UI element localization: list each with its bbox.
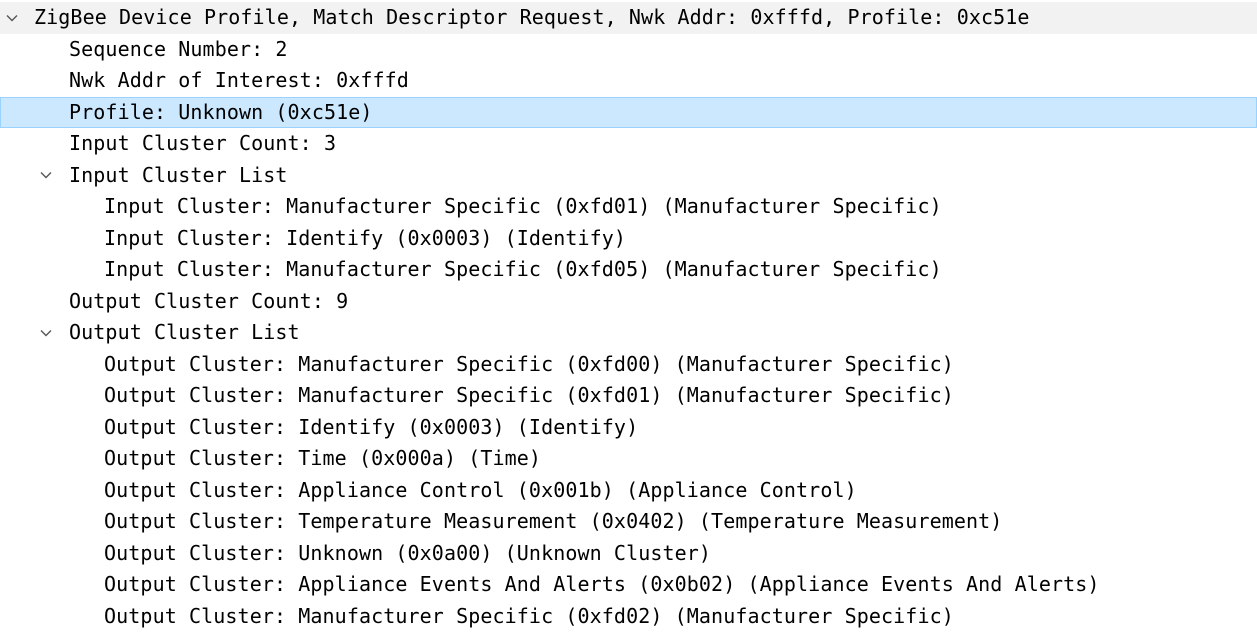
packet-details-tree: ZigBee Device Profile, Match Descriptor … — [0, 2, 1257, 632]
tree-row-output-cluster[interactable]: Output Cluster: Manufacturer Specific (0… — [0, 380, 1257, 412]
tree-row-nwk-addr[interactable]: Nwk Addr of Interest: 0xfffd — [0, 65, 1257, 97]
tree-row-label: Output Cluster: Manufacturer Specific (0… — [104, 380, 954, 412]
tree-row-label: Input Cluster: Identify (0x0003) (Identi… — [104, 223, 626, 255]
tree-row-label: Input Cluster Count: 3 — [69, 128, 336, 160]
tree-row-label: Input Cluster: Manufacturer Specific (0x… — [104, 254, 942, 286]
tree-row-label: Output Cluster: Manufacturer Specific (0… — [104, 601, 954, 632]
tree-row-output-cluster[interactable]: Output Cluster: Manufacturer Specific (0… — [0, 349, 1257, 381]
tree-row-input-cluster-count[interactable]: Input Cluster Count: 3 — [0, 128, 1257, 160]
tree-row-label: Sequence Number: 2 — [69, 34, 288, 66]
tree-row-label: Nwk Addr of Interest: 0xfffd — [69, 65, 409, 97]
chevron-down-icon[interactable] — [38, 160, 54, 192]
tree-row-label: Profile: Unknown (0xc51e) — [69, 97, 373, 129]
chevron-down-icon[interactable] — [4, 2, 20, 34]
tree-row-label: Output Cluster: Unknown (0x0a00) (Unknow… — [104, 538, 711, 570]
tree-row-output-cluster[interactable]: Output Cluster: Identify (0x0003) (Ident… — [0, 412, 1257, 444]
tree-row-label: Output Cluster: Manufacturer Specific (0… — [104, 349, 954, 381]
tree-row-label: Output Cluster: Identify (0x0003) (Ident… — [104, 412, 638, 444]
tree-row-input-cluster[interactable]: Input Cluster: Identify (0x0003) (Identi… — [0, 223, 1257, 255]
tree-row-label: Output Cluster Count: 9 — [69, 286, 348, 318]
tree-row-output-cluster-count[interactable]: Output Cluster Count: 9 — [0, 286, 1257, 318]
tree-row-output-cluster[interactable]: Output Cluster: Unknown (0x0a00) (Unknow… — [0, 538, 1257, 570]
tree-row-output-cluster[interactable]: Output Cluster: Appliance Control (0x001… — [0, 475, 1257, 507]
tree-row-sequence-number[interactable]: Sequence Number: 2 — [0, 34, 1257, 66]
tree-row-label: Output Cluster: Time (0x000a) (Time) — [104, 443, 541, 475]
tree-row-output-cluster[interactable]: Output Cluster: Temperature Measurement … — [0, 506, 1257, 538]
tree-row-label: ZigBee Device Profile, Match Descriptor … — [34, 2, 1030, 34]
tree-row-label: Output Cluster: Appliance Events And Ale… — [104, 569, 1100, 601]
tree-row-output-cluster[interactable]: Output Cluster: Manufacturer Specific (0… — [0, 601, 1257, 632]
tree-row-profile[interactable]: Profile: Unknown (0xc51e) — [0, 97, 1257, 129]
tree-row-input-cluster[interactable]: Input Cluster: Manufacturer Specific (0x… — [0, 254, 1257, 286]
tree-row-label: Input Cluster List — [69, 160, 288, 192]
tree-row-label: Input Cluster: Manufacturer Specific (0x… — [104, 191, 942, 223]
tree-row-output-cluster[interactable]: Output Cluster: Appliance Events And Ale… — [0, 569, 1257, 601]
tree-row-output-cluster[interactable]: Output Cluster: Time (0x000a) (Time) — [0, 443, 1257, 475]
chevron-down-icon[interactable] — [38, 317, 54, 349]
tree-row-label: Output Cluster: Temperature Measurement … — [104, 506, 1002, 538]
tree-row-input-cluster[interactable]: Input Cluster: Manufacturer Specific (0x… — [0, 191, 1257, 223]
tree-row-input-cluster-list[interactable]: Input Cluster List — [0, 160, 1257, 192]
tree-row-label: Output Cluster: Appliance Control (0x001… — [104, 475, 857, 507]
tree-row-label: Output Cluster List — [69, 317, 300, 349]
tree-row-output-cluster-list[interactable]: Output Cluster List — [0, 317, 1257, 349]
tree-row-zigbee-device-profile[interactable]: ZigBee Device Profile, Match Descriptor … — [0, 2, 1257, 34]
